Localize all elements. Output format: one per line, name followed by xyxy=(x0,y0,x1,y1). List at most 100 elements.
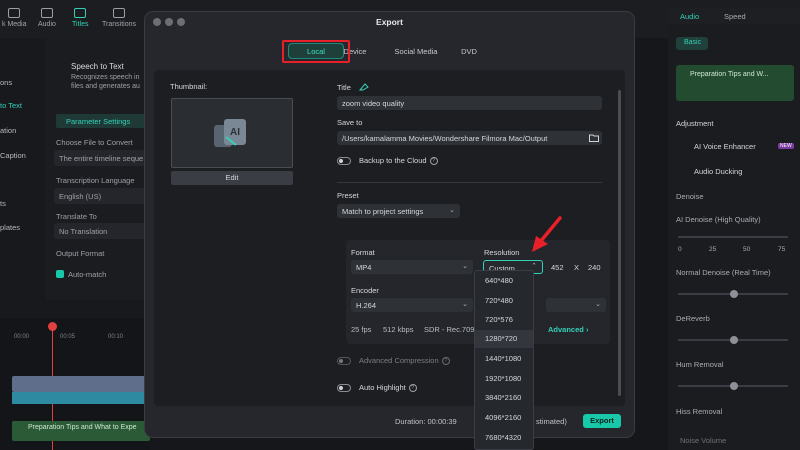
resolution-option[interactable]: 1440*1080 xyxy=(475,350,533,368)
resolution-label: Resolution xyxy=(484,248,520,257)
frame-rate-select[interactable]: ⌄ xyxy=(546,298,606,312)
rail-item[interactable]: ts xyxy=(0,199,6,208)
resolution-height[interactable]: 240 xyxy=(588,263,601,272)
auto-highlight-toggle[interactable] xyxy=(337,384,351,392)
chevron-down-icon: ⌄ xyxy=(462,263,468,270)
language-select[interactable]: English (US) xyxy=(54,188,146,204)
annotation-arrow-icon xyxy=(532,216,562,252)
chevron-down-icon: ⌄ xyxy=(462,301,468,308)
timecode: 00:00 xyxy=(14,334,30,340)
language-label: Transcription Language xyxy=(56,176,135,185)
hiss-removal-label: Hiss Removal xyxy=(676,407,723,416)
duration-text: Duration: 00:00:39 xyxy=(395,417,457,426)
auto-highlight-label: Auto Highlight? xyxy=(359,383,417,393)
resolution-option[interactable]: 3840*2160 xyxy=(475,389,533,407)
chevron-up-icon: ⌃ xyxy=(531,263,537,270)
rail-item[interactable]: ons xyxy=(0,78,12,87)
ai-voice-enhancer-label: AI Voice Enhancer xyxy=(694,142,756,151)
parameter-settings-tab[interactable]: Parameter Settings xyxy=(56,114,150,128)
audio-properties-panel: Audio Speed Basic Preparation Tips and W… xyxy=(668,8,800,450)
tab-audio[interactable]: Audio xyxy=(38,8,56,28)
timecode: 00:10 xyxy=(108,334,124,340)
audio-clip-preview: Preparation Tips and W... xyxy=(676,65,794,101)
audio-track[interactable] xyxy=(12,392,150,404)
translate-select[interactable]: No Translation xyxy=(54,223,146,239)
playhead-handle[interactable] xyxy=(48,322,57,331)
estimated-size-text: stimated) xyxy=(536,417,567,426)
audio-ducking-label: Audio Ducking xyxy=(694,167,743,176)
denoise-heading: Denoise xyxy=(676,192,704,201)
advanced-link[interactable]: Advanced › xyxy=(548,325,588,334)
dereverb-label: DeReverb xyxy=(676,314,710,323)
slider-knob[interactable] xyxy=(730,382,738,390)
advanced-compression-toggle[interactable] xyxy=(337,357,351,365)
thumbnail-preview: AI xyxy=(171,98,293,168)
resolution-option[interactable]: 720*576 xyxy=(475,311,533,329)
resolution-width[interactable]: 452 xyxy=(551,263,564,272)
noise-volume-label: Noise Volume xyxy=(680,436,727,445)
resolution-dropdown: 640*480 720*480 720*576 1280*720 1440*10… xyxy=(474,270,534,450)
resolution-option[interactable]: 720*480 xyxy=(475,292,533,310)
ai-denoise-label: AI Denoise (High Quality) xyxy=(676,215,761,224)
auto-match-checkbox[interactable] xyxy=(56,270,64,278)
hum-removal-label: Hum Removal xyxy=(676,360,724,369)
tab-titles[interactable]: Titles xyxy=(72,8,88,28)
choose-file-select[interactable]: The entire timeline seque xyxy=(54,150,146,166)
video-clip[interactable] xyxy=(12,376,150,392)
timeline: 00:00 00:05 00:10 Preparation Tips and W… xyxy=(0,300,150,450)
fps-value: 25 fps xyxy=(351,325,372,334)
resolution-option-selected[interactable]: 1280*720 xyxy=(475,330,533,348)
svg-text:AI: AI xyxy=(230,127,240,138)
auto-match-label: Auto-match xyxy=(68,270,107,279)
highlight-box xyxy=(282,40,350,63)
thumbnail-label: Thumbnail: xyxy=(170,82,208,91)
speech-to-text-panel: Speech to Text Recognizes speech in file… xyxy=(46,38,150,300)
bitrate-value: 512 kbps xyxy=(383,325,414,334)
scrollbar[interactable] xyxy=(618,90,621,396)
tab-transitions[interactable]: Transitions xyxy=(102,8,136,28)
normal-denoise-label: Normal Denoise (Real Time) xyxy=(676,268,771,277)
title-input[interactable]: zoom video quality xyxy=(337,96,602,110)
backup-cloud-label: Backup to the Cloud? xyxy=(359,156,438,166)
backup-cloud-toggle[interactable] xyxy=(337,157,351,165)
rail-item[interactable]: ation xyxy=(0,126,16,135)
rail-item[interactable]: plates xyxy=(0,223,20,232)
format-label: Format xyxy=(351,248,375,257)
preset-select[interactable]: Match to project settings ⌄ xyxy=(337,204,460,218)
panel-desc: files and generates au xyxy=(71,83,140,90)
timeline-toolbar xyxy=(0,300,150,318)
save-path-input[interactable]: /Users/kamalamma Movies/Wondershare Film… xyxy=(337,131,602,145)
resolution-option[interactable]: 640*480 xyxy=(475,272,533,290)
folder-icon[interactable] xyxy=(589,134,599,142)
save-to-label: Save to xyxy=(337,118,363,127)
format-select[interactable]: MP4 ⌄ xyxy=(351,260,473,274)
ai-denoise-slider[interactable] xyxy=(678,236,788,238)
encoder-select[interactable]: H.264 ⌄ xyxy=(351,298,473,312)
tab-audio[interactable]: Audio xyxy=(680,12,699,21)
edit-thumbnail-button[interactable]: Edit xyxy=(171,171,293,185)
choose-file-label: Choose File to Convert xyxy=(56,138,133,147)
panel-heading: Speech to Text xyxy=(71,62,124,71)
ai-title-icon[interactable] xyxy=(359,83,369,91)
rail-item-speech-to-text[interactable]: to Text xyxy=(0,101,22,110)
resolution-option[interactable]: 4096*2160 xyxy=(475,409,533,427)
help-icon[interactable]: ? xyxy=(408,384,417,393)
dialog-title: Export xyxy=(376,17,403,27)
tab-dvd[interactable]: DVD xyxy=(455,43,483,59)
export-button[interactable]: Export xyxy=(583,414,621,428)
basic-tab[interactable]: Basic xyxy=(676,37,708,50)
slider-knob[interactable] xyxy=(730,336,738,344)
slider-knob[interactable] xyxy=(730,290,738,298)
resolution-option[interactable]: 7680*4320 xyxy=(475,429,533,447)
music-clip[interactable]: Preparation Tips and What to Expe xyxy=(12,421,150,441)
tab-social-media[interactable]: Social Media xyxy=(388,43,444,59)
tab-stock-media[interactable]: k Media xyxy=(2,8,27,28)
rail-item[interactable]: Caption xyxy=(0,151,26,160)
resolution-option[interactable]: 1920*1080 xyxy=(475,370,533,388)
media-icon xyxy=(8,8,21,18)
help-icon[interactable]: ? xyxy=(441,357,450,366)
tab-speed[interactable]: Speed xyxy=(724,12,746,21)
help-icon[interactable]: ? xyxy=(429,157,438,166)
transition-icon xyxy=(112,8,125,18)
chevron-down-icon: ⌄ xyxy=(449,207,455,214)
